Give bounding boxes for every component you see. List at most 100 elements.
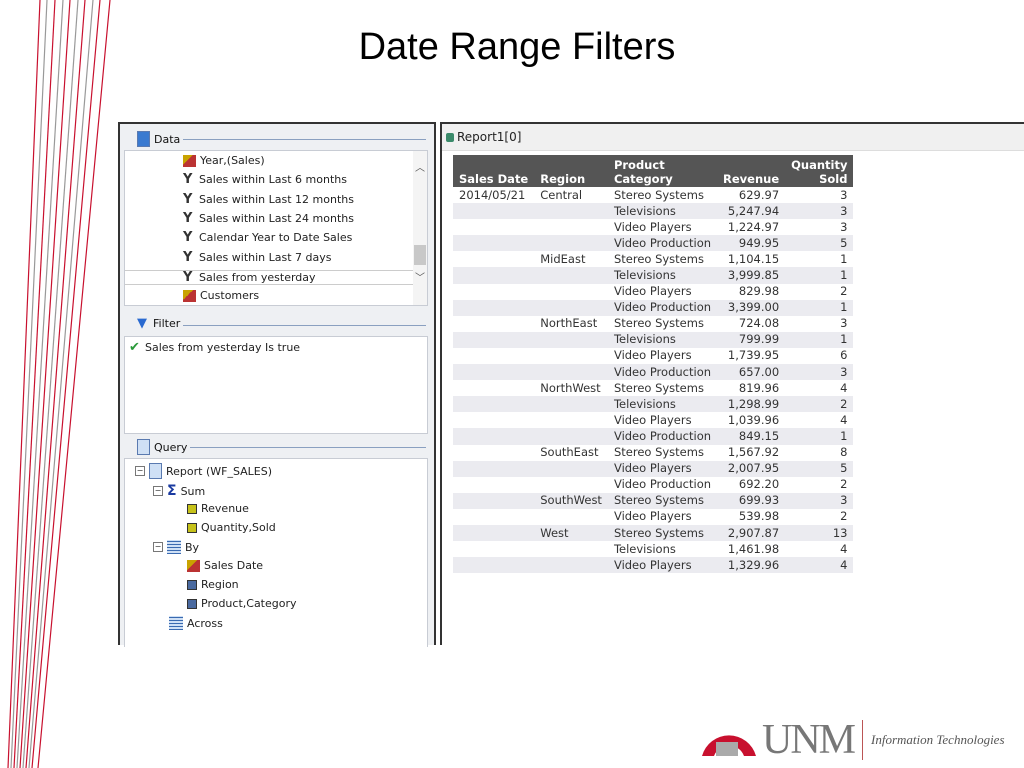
table-cell: Video Production: [613, 477, 712, 492]
table-cell: 1,329.96: [717, 557, 786, 574]
data-item[interactable]: Y Sales within Last 12 months: [183, 193, 354, 206]
table-row: 2014/05/21 Central Stereo Systems 629.97 3: [453, 187, 853, 203]
table-cell: [534, 509, 608, 525]
table-cell: Video Players: [613, 509, 692, 524]
scroll-thumb[interactable]: [414, 245, 426, 265]
table-cell: [534, 460, 608, 477]
table-cell: [453, 331, 535, 348]
tree-sum[interactable]: − Σ Sum: [153, 483, 205, 499]
table-cell: [534, 348, 608, 364]
table-cell: Televisions: [613, 541, 676, 556]
collapse-icon[interactable]: −: [153, 542, 163, 552]
table-cell: [534, 364, 608, 381]
table-cell: [453, 203, 535, 220]
tree-label: Region: [201, 578, 239, 591]
data-item-label: Sales within Last 12 months: [199, 192, 354, 206]
table-cell: [453, 428, 535, 445]
table-cell: 629.97: [738, 187, 780, 202]
database-icon: [137, 131, 150, 147]
tree-dimension[interactable]: Sales Date: [187, 559, 263, 572]
table-cell: [534, 235, 608, 252]
report-tab-title: Report1[0]: [457, 130, 522, 144]
collapse-icon[interactable]: −: [153, 486, 163, 496]
tree-label: Revenue: [201, 502, 249, 515]
table-cell: NorthWest: [540, 380, 601, 395]
data-item[interactable]: Y Sales from yesterday: [125, 269, 413, 285]
table-cell: 1,224.97: [727, 219, 780, 234]
table-cell: Video Players: [613, 412, 692, 427]
header-text: [723, 158, 779, 172]
slide-title: Date Range Filters: [358, 26, 676, 68]
table-cell: 1: [785, 331, 854, 348]
table-cell: 799.99: [717, 331, 786, 348]
dimension-icon: [183, 154, 196, 167]
document-icon: [149, 463, 162, 479]
report-table: Sales Date Region Product Category Revenue…: [453, 155, 854, 574]
tree-measure[interactable]: Revenue: [187, 502, 249, 515]
filter-icon: Y: [183, 210, 193, 226]
filter-icon: ▼: [137, 316, 147, 331]
header-text: [540, 158, 602, 172]
data-item[interactable]: Y Sales within Last 7 days: [183, 251, 332, 264]
data-item[interactable]: Y Calendar Year to Date Sales: [183, 231, 352, 244]
table-row: Video Players 1,739.95 6: [453, 348, 853, 364]
header-text: [459, 158, 528, 172]
scroll-up-icon[interactable]: ︿: [415, 159, 425, 174]
filter-item-label: Sales from yesterday Is true: [145, 341, 301, 354]
unm-arch-logo: [702, 735, 756, 756]
table-cell: 2: [840, 509, 848, 524]
table-cell: 3,399.00: [717, 299, 786, 316]
table-cell: Stereo Systems: [613, 380, 704, 395]
dimension-icon: [187, 598, 197, 609]
tree-label: Sales Date: [204, 559, 264, 572]
table-cell: 1: [785, 299, 854, 316]
collapse-icon[interactable]: −: [135, 466, 145, 476]
data-item[interactable]: Year,(Sales): [183, 154, 265, 167]
table-cell: Video Production: [607, 364, 718, 381]
table-cell: [453, 348, 534, 364]
data-item-label: Sales within Last 7 days: [199, 250, 332, 264]
filter-section: ▼ Filter ✔ Sales from yesterday Is true: [124, 314, 428, 434]
table-row: Televisions 5,247.94 3: [453, 203, 854, 220]
data-item[interactable]: Customers: [183, 289, 259, 302]
tree-dimension[interactable]: Product,Category: [187, 597, 297, 610]
header-text: Category: [613, 172, 673, 186]
table-row: Video Players 829.98 2: [453, 284, 853, 300]
table-cell: 539.98: [738, 509, 780, 524]
table-cell: 657.00: [717, 364, 786, 381]
table-cell: 1,039.96: [727, 412, 780, 427]
table-cell: 1,104.15: [727, 251, 780, 266]
tree-by[interactable]: − By: [153, 540, 199, 554]
scrollbar[interactable]: ︿ ﹀: [413, 151, 427, 305]
table-cell: [534, 428, 608, 445]
table-cell: [453, 445, 534, 461]
measure-icon: [187, 522, 197, 533]
tree-label: Across: [187, 616, 223, 630]
report-tab[interactable]: Report1[0]: [442, 124, 1024, 151]
table-row: NorthEast Stereo Systems 724.08 3: [453, 316, 853, 332]
table-cell: Televisions: [607, 203, 718, 220]
tree-report[interactable]: − Report (WF_SALES): [135, 463, 272, 479]
table-cell: MidEast: [540, 251, 586, 266]
filter-item[interactable]: ✔ Sales from yesterday Is true: [129, 341, 300, 354]
tree-label: Quantity,Sold: [201, 521, 276, 534]
data-list: ︿ ﹀ Year,(Sales) Y Sales within Last 6 mon…: [124, 150, 428, 306]
table-cell: Video Production: [607, 235, 718, 252]
table-row: MidEast Stereo Systems 1,104.15 1: [453, 251, 853, 267]
department-name: Information Technologies: [871, 732, 1005, 747]
table-row: SouthEast Stereo Systems 1,567.92 8: [453, 445, 853, 461]
tree-across[interactable]: Across: [169, 616, 223, 630]
table-cell: Stereo Systems: [613, 251, 704, 266]
data-item[interactable]: Y Sales within Last 24 months: [183, 212, 354, 225]
filter-section-label: Filter: [153, 317, 181, 330]
table-row: Video Players 1,224.97 3: [453, 219, 853, 235]
table-cell: [453, 477, 534, 493]
table-cell: [534, 541, 608, 557]
data-item[interactable]: Y Sales within Last 6 months: [183, 173, 347, 186]
tree-measure[interactable]: Quantity,Sold: [187, 521, 276, 534]
scroll-down-icon[interactable]: ﹀: [415, 269, 425, 284]
tree-dimension[interactable]: Region: [187, 578, 239, 591]
data-item-label: Sales within Last 6 months: [199, 173, 347, 187]
table-cell: Stereo Systems: [607, 524, 718, 542]
table-cell: SouthEast: [540, 445, 599, 460]
